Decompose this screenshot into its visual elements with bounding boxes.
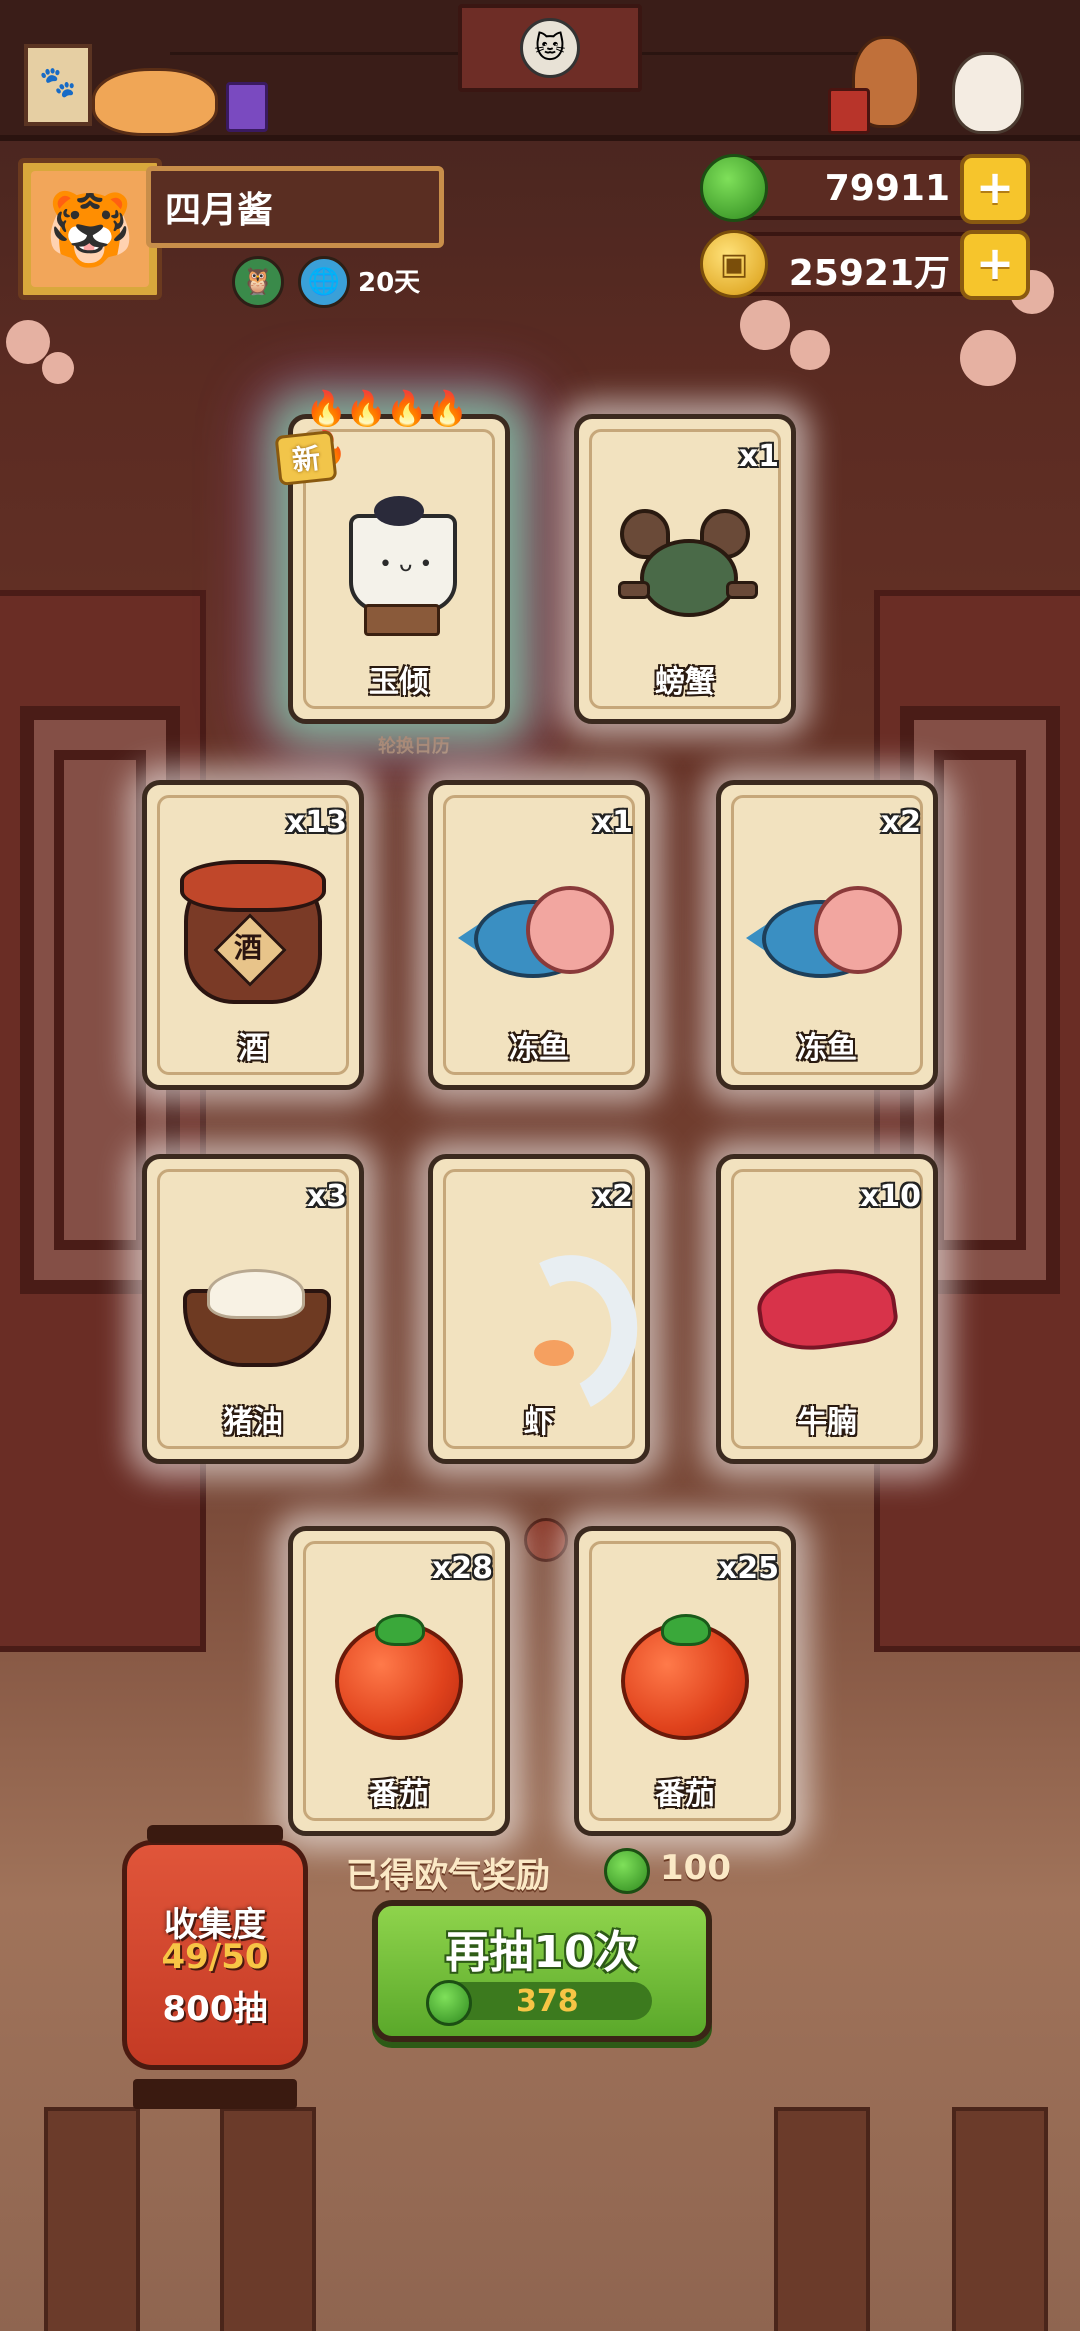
blossom-icon [740, 300, 790, 350]
add-coins-button[interactable]: + [960, 230, 1030, 300]
blossom-icon [6, 320, 50, 364]
blossom-icon [960, 330, 1016, 386]
collection-lantern[interactable]: 收集度 49/50 800抽 [122, 1825, 308, 2109]
lard-bowl-icon [183, 1259, 331, 1367]
buff-owl-icon[interactable]: 🦉 [232, 256, 284, 308]
card-count: x25 [717, 1551, 779, 1586]
avatar-frame[interactable]: 🐯 [18, 158, 162, 300]
frozen-fish-icon [746, 880, 902, 990]
jade-icon [426, 1980, 472, 2026]
card-legendary-teacup[interactable]: 🔥🔥🔥🔥🔥 新 • ᴗ • 玉倾 [274, 389, 510, 724]
calendar-caption: 轮换日历 [378, 736, 450, 757]
jade-currency-bar: 79911 + [700, 154, 1030, 224]
red-stool-icon [828, 88, 870, 134]
card-label: 螃蟹 [655, 665, 715, 700]
tomato-icon [621, 1614, 749, 1740]
hanging-scroll[interactable]: 🐱 [458, 4, 642, 92]
card-beef-brisket[interactable]: x10 牛腩 [716, 1154, 938, 1464]
tomato-icon [335, 1614, 463, 1740]
center-pin-icon [524, 1518, 568, 1562]
blossom-icon [42, 352, 74, 384]
collection-draws: 800抽 [162, 1989, 268, 2029]
card-count: x10 [859, 1179, 921, 1214]
wine-jar-icon: 酒 [180, 860, 326, 1004]
card-count: x28 [431, 1551, 493, 1586]
white-cat-icon [952, 52, 1024, 134]
floor-post [952, 2107, 1048, 2331]
jade-icon [604, 1848, 650, 1894]
player-name-plate[interactable]: 四月酱 [146, 166, 444, 248]
card-label: 玉倾 [369, 665, 429, 700]
card-shrimp[interactable]: x2 虾 [428, 1154, 660, 1464]
card-count: x2 [592, 1179, 633, 1214]
card-count: x1 [592, 805, 633, 840]
card-label: 牛腩 [797, 1405, 857, 1440]
collection-progress: 49/50 [161, 1937, 269, 1977]
floor-post [220, 2107, 316, 2331]
card-lard[interactable]: x3 猪油 [142, 1154, 364, 1464]
reward-value: 100 [660, 1848, 731, 1888]
teacup-spirit-icon: • ᴗ • [324, 494, 474, 644]
card-label: 虾 [524, 1405, 554, 1440]
blossom-icon [790, 330, 830, 370]
jade-icon [700, 154, 768, 222]
cat-portrait-icon: 🐱 [520, 18, 580, 78]
jade-amount: 79911 [824, 168, 950, 209]
floor-post [44, 2107, 140, 2331]
draw-cost-value: 378 [516, 1984, 579, 2019]
card-label: 猪油 [223, 1405, 283, 1440]
card-frozen-fish[interactable]: x1 冻鱼 [428, 780, 650, 1090]
player-name: 四月酱 [165, 190, 274, 231]
card-count: x1 [738, 439, 779, 474]
reward-label: 已得欧气奖励 [346, 1856, 550, 1896]
card-label: 冻鱼 [509, 1031, 569, 1066]
card-label: 冻鱼 [797, 1031, 857, 1066]
shrimp-icon [470, 1234, 660, 1436]
card-label: 番茄 [655, 1777, 715, 1812]
coin-icon: ▣ [700, 230, 768, 298]
buff-boost-icon[interactable]: 🌐 [298, 256, 350, 308]
beef-brisket-icon [753, 1260, 901, 1358]
draw-again-label: 再抽10次 [445, 1927, 639, 1978]
card-count: x3 [306, 1179, 347, 1214]
card-frozen-fish[interactable]: x2 冻鱼 [716, 780, 938, 1090]
card-count: x13 [285, 805, 347, 840]
floor-post [774, 2107, 870, 2331]
card-tomato[interactable]: x25 番茄 [574, 1526, 796, 1836]
card-label: 酒 [238, 1031, 268, 1066]
sleeping-cat-icon [92, 68, 218, 136]
coin-amount: 25921万 [788, 253, 950, 294]
coin-currency-bar: ▣ 25921万 + [700, 230, 1030, 300]
right-door [874, 590, 1080, 1652]
card-crab[interactable]: x1 螃蟹 [574, 414, 796, 724]
draw-again-button[interactable]: 再抽10次 378 [372, 1900, 712, 2042]
frozen-fish-icon [458, 880, 614, 990]
card-label: 番茄 [369, 1777, 429, 1812]
string [170, 52, 458, 55]
card-tomato[interactable]: x28 番茄 [288, 1526, 510, 1836]
card-count: x2 [880, 805, 921, 840]
purple-stool-icon [226, 82, 268, 132]
crab-icon [610, 509, 760, 629]
avatar[interactable]: 🐯 [31, 171, 149, 287]
card-wine[interactable]: x13 酒 酒 [142, 780, 364, 1090]
paw-picture-frame: 🐾 [24, 44, 92, 126]
left-door [0, 590, 206, 1652]
add-jade-button[interactable]: + [960, 154, 1030, 224]
buff-days: 20天 [358, 268, 421, 298]
draw-cost: 378 [426, 1980, 652, 2026]
new-badge: 新 [274, 430, 338, 486]
